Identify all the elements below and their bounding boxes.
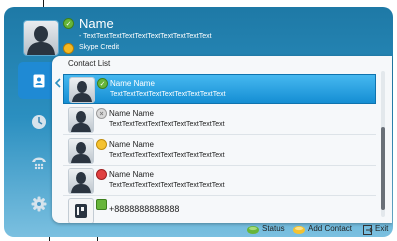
contact-name: Name Name (109, 170, 154, 179)
busy-status-icon (96, 169, 107, 180)
online-status-icon[interactable]: ✓ (63, 18, 74, 29)
contact-name: Name Name (109, 140, 154, 149)
skype-window: ✓ Name - TextTextTextTextTextTextTextTex… (4, 7, 393, 237)
status-pill-icon[interactable] (247, 225, 259, 235)
contact-row[interactable]: +8888888888888 (63, 196, 376, 223)
contact-row[interactable]: × Name Name TextTextTextTextTextTextText… (63, 105, 376, 135)
contact-avatar (69, 169, 93, 193)
user-avatar[interactable] (24, 21, 58, 55)
contact-mood: TextTextTextTextTextTextTextTextText (110, 91, 226, 98)
online-status-icon: ✓ (97, 78, 108, 89)
contact-row[interactable]: Name Name TextTextTextTextTextTextTextTe… (63, 166, 376, 196)
user-mood-text: - TextTextTextTextTextTextTextTextTextTe… (79, 33, 212, 40)
skype-credit-icon (63, 43, 74, 54)
contact-row[interactable]: Name Name TextTextTextTextTextTextTextTe… (63, 136, 376, 166)
status-button[interactable]: Status (262, 224, 285, 233)
offline-status-icon: × (96, 108, 107, 119)
exit-button[interactable]: Exit (375, 224, 388, 233)
phone-number: +8888888888888 (109, 204, 180, 214)
contact-list-title: Contact List (68, 59, 111, 68)
contacts-icon (33, 74, 45, 87)
contact-mood: TextTextTextTextTextTextTextTextText (109, 121, 225, 128)
contact-mood: TextTextTextTextTextTextTextTextText (109, 152, 225, 159)
contact-list-panel: Contact List ✓ Name Name TextTextTextTex… (52, 56, 392, 223)
contact-row[interactable]: ✓ Name Name TextTextTextTextTextTextText… (63, 74, 376, 104)
skype-credit-link[interactable]: Skype Credit (79, 44, 119, 51)
exit-icon[interactable] (363, 225, 373, 235)
away-status-icon (96, 139, 107, 150)
contact-name: Name Name (110, 79, 155, 88)
add-contact-icon[interactable] (293, 225, 305, 235)
person-silhouette-icon (71, 142, 91, 163)
dialpad-icon (32, 157, 46, 169)
collapse-arrow-icon[interactable] (54, 78, 62, 88)
phone-online-status-icon (96, 199, 107, 210)
person-silhouette-icon (72, 81, 92, 102)
person-silhouette-icon (27, 26, 55, 55)
phone-contact-avatar (69, 199, 93, 223)
contact-avatar (70, 78, 94, 102)
contact-avatar (69, 139, 93, 163)
clock-icon (32, 114, 46, 129)
phone-icon (75, 204, 87, 218)
contact-mood: TextTextTextTextTextTextTextTextText (109, 182, 225, 189)
contact-avatar (69, 108, 93, 132)
person-silhouette-icon (71, 172, 91, 193)
person-silhouette-icon (71, 111, 91, 132)
scrollbar-thumb[interactable] (381, 127, 385, 210)
gear-icon (31, 196, 47, 211)
user-name: Name (79, 16, 114, 31)
contact-name: Name Name (109, 109, 154, 118)
add-contact-button[interactable]: Add Contact (308, 224, 352, 233)
